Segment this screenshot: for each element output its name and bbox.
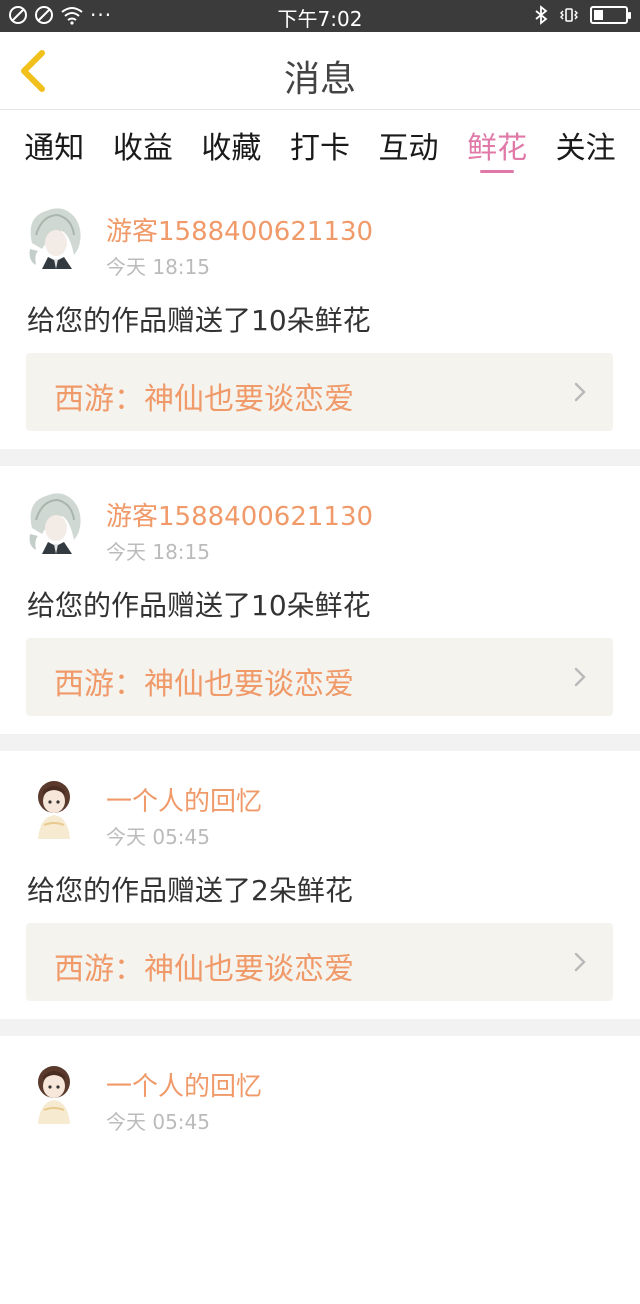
message-list: 游客1588400621130 今天 18:15 给您的作品赠送了10朵鲜花 西… [0,181,640,1304]
avatar-girl-icon [24,1060,84,1124]
timestamp: 今天 05:45 [106,825,210,849]
bluetooth-icon [535,5,548,25]
timestamp: 今天 18:15 [106,255,210,279]
username[interactable]: 游客1588400621130 [106,211,373,248]
work-title: 西游：神仙也要谈恋爱 [54,667,354,702]
username[interactable]: 一个人的回忆 [106,1066,262,1103]
avatar-silver-hair-icon [24,490,84,554]
work-title: 西游：神仙也要谈恋爱 [54,382,354,417]
tab-follow[interactable]: 关注 [556,111,616,177]
tab-flowers[interactable]: 鲜花 [467,111,527,177]
work-title: 西游：神仙也要谈恋爱 [54,952,354,987]
vibrate-icon [560,8,578,22]
tab-notice[interactable]: 通知 [24,111,84,177]
message-card: 一个人的回忆 今天 05:45 给您的作品赠送了2朵鲜花 西游：神仙也要谈恋爱 [0,751,640,1019]
message-card: 一个人的回忆 今天 05:45 [0,1036,640,1304]
battery-icon [590,6,631,24]
tab-interaction[interactable]: 互动 [379,111,439,177]
divider [0,734,640,751]
avatar-silver-hair-icon [24,205,84,269]
tab-favorites[interactable]: 收藏 [201,111,261,177]
work-link[interactable]: 西游：神仙也要谈恋爱 [26,638,613,716]
message-card: 游客1588400621130 今天 18:15 给您的作品赠送了10朵鲜花 西… [0,466,640,734]
username[interactable]: 一个人的回忆 [106,781,262,818]
avatar[interactable] [24,205,84,269]
work-link[interactable]: 西游：神仙也要谈恋爱 [26,353,613,431]
avatar-girl-icon [24,775,84,839]
username[interactable]: 游客1588400621130 [106,496,373,533]
avatar[interactable] [24,1060,84,1124]
tab-earnings[interactable]: 收益 [113,111,173,177]
avatar[interactable] [24,490,84,554]
avatar[interactable] [24,775,84,839]
tab-bar: 通知 收益 收藏 打卡 互动 鲜花 关注 [0,111,640,177]
status-right [534,5,631,25]
divider [0,449,640,466]
message-text: 给您的作品赠送了2朵鲜花 [27,874,353,907]
divider [0,1019,640,1036]
tab-checkin[interactable]: 打卡 [290,111,350,177]
timestamp: 今天 05:45 [106,1110,210,1134]
message-text: 给您的作品赠送了10朵鲜花 [27,589,371,622]
message-card: 游客1588400621130 今天 18:15 给您的作品赠送了10朵鲜花 西… [0,181,640,449]
timestamp: 今天 18:15 [106,540,210,564]
page-title: 消息 [283,59,356,100]
work-link[interactable]: 西游：神仙也要谈恋爱 [26,923,613,1001]
chevron-right-icon [574,952,586,972]
status-bar: ··· 下午7:02 [0,0,640,32]
message-text: 给您的作品赠送了10朵鲜花 [27,304,371,337]
app-header: 消息 [0,32,640,110]
chevron-right-icon [574,382,586,402]
chevron-right-icon [574,667,586,687]
